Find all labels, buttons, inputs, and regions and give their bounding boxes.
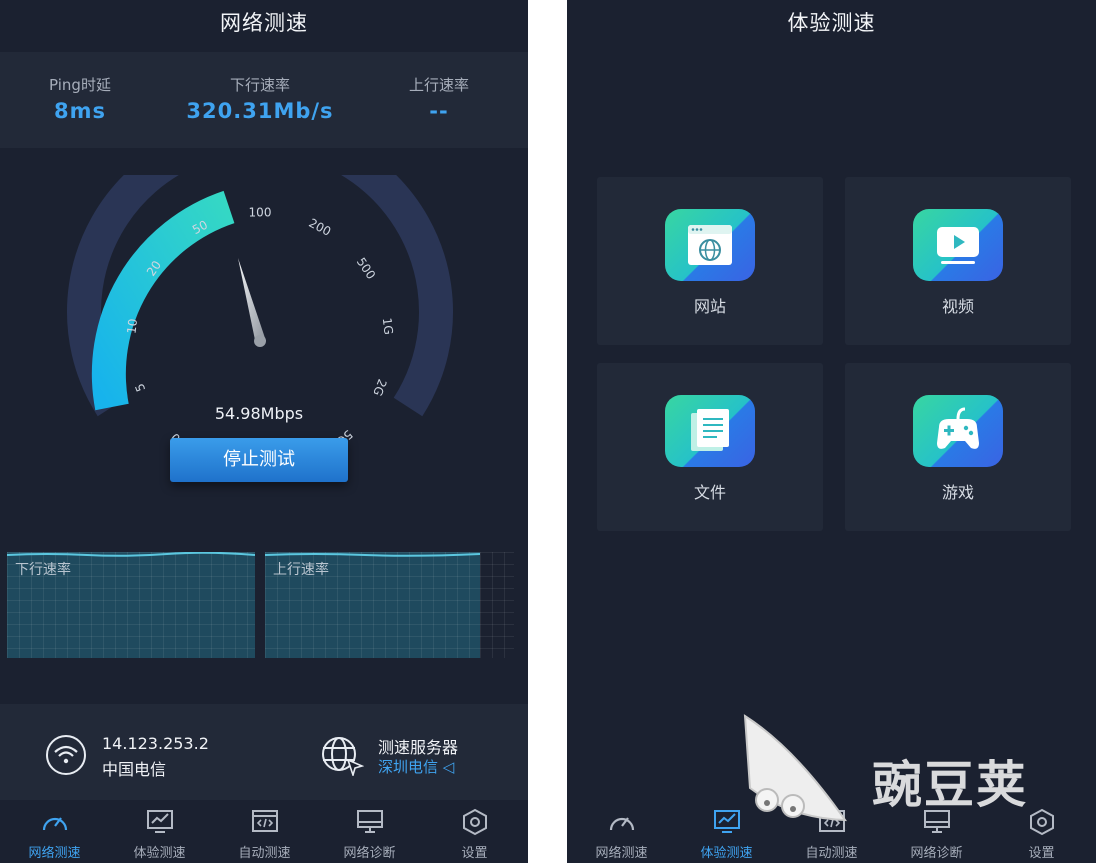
gauge-needle xyxy=(238,258,266,341)
gauge-tick-label: 10 xyxy=(124,318,140,335)
page-title: 体验测速 xyxy=(787,11,876,35)
website-card[interactable]: 网站 xyxy=(597,177,823,345)
website-icon xyxy=(688,225,732,265)
tab-label: 自动测速 xyxy=(238,846,291,861)
gamepad-icon xyxy=(937,407,979,449)
tab-label: 网络测速 xyxy=(595,846,648,861)
file-icon xyxy=(691,409,729,451)
upload-value: -- xyxy=(429,99,449,123)
upload-wave xyxy=(265,553,480,557)
stats-panel: Ping时延 8ms 下行速率 320.31Mb/s 上行速率 -- xyxy=(0,52,528,148)
video-label: 视频 xyxy=(941,297,974,316)
video-icon xyxy=(937,227,979,264)
gauge-tick-label: 1G xyxy=(380,317,396,335)
gauge-tick-label: 2G xyxy=(370,377,389,398)
gauge-progress xyxy=(91,190,235,411)
gauge-tick-label: 5 xyxy=(132,381,148,393)
stop-test-button[interactable]: 停止测试 xyxy=(170,438,348,482)
file-label: 文件 xyxy=(693,483,726,502)
globe-icon xyxy=(322,737,364,776)
download-graph: 下行速率 xyxy=(7,552,255,658)
game-label: 游戏 xyxy=(941,483,974,502)
website-label: 网站 xyxy=(693,297,726,316)
upload-graph: 上行速率 xyxy=(265,552,480,658)
wifi-icon xyxy=(46,735,86,775)
ping-value: 8ms xyxy=(54,99,106,123)
download-wave xyxy=(7,552,255,557)
game-app-icon xyxy=(913,395,1003,467)
gauge-needle-base xyxy=(254,335,266,347)
graph-empty-grid xyxy=(480,552,514,658)
watermark-text: 豌豆荚 xyxy=(872,756,1028,814)
download-stat: 下行速率 320.31Mb/s xyxy=(175,74,345,123)
game-card[interactable]: 游戏 xyxy=(845,363,1071,531)
file-app-icon xyxy=(665,395,755,467)
tab-label: 体验测速 xyxy=(133,846,186,861)
tab-auto-test[interactable]: 自动测速 xyxy=(212,800,317,863)
network-info-bar: 14.123.253.2 中国电信 测速服务器 深圳电信 ◁ xyxy=(0,704,528,800)
server-select[interactable]: 深圳电信 ◁ xyxy=(378,756,454,777)
upload-graph-label: 上行速率 xyxy=(273,562,329,578)
download-label: 下行速率 xyxy=(229,76,290,94)
tab-experience-test[interactable]: 体验测速 xyxy=(107,800,212,863)
upload-label: 上行速率 xyxy=(408,76,469,94)
file-card[interactable]: 文件 xyxy=(597,363,823,531)
gauge-tick-label: 500 xyxy=(354,255,378,282)
download-graph-label: 下行速率 xyxy=(15,562,71,578)
upload-stat: 上行速率 -- xyxy=(354,74,524,123)
tab-network-test[interactable]: 网络测速 xyxy=(569,800,674,863)
gauge-tick-label: 200 xyxy=(307,216,334,239)
tab-network-test[interactable]: 网络测速 xyxy=(2,800,107,863)
server-label: 测速服务器 xyxy=(378,738,459,757)
video-card[interactable]: 视频 xyxy=(845,177,1071,345)
ping-stat: Ping时延 8ms xyxy=(0,74,165,123)
ip-address: 14.123.253.2 xyxy=(102,734,209,753)
speed-test-screen: 网络测速 Ping时延 8ms 下行速率 320.31Mb/s 上行速率 -- xyxy=(0,0,528,863)
tab-label: 自动测速 xyxy=(805,846,858,861)
isp-name: 中国电信 xyxy=(102,760,167,779)
tab-settings[interactable]: 设置 xyxy=(422,800,527,863)
gauge-tick-label: 100 xyxy=(249,206,272,220)
video-app-icon xyxy=(913,209,1003,281)
tab-label: 体验测速 xyxy=(700,846,753,861)
page-title: 网络测速 xyxy=(220,11,308,35)
bottom-tab-bar: 网络测速 体验测速 自动测速 网络诊断 设置 xyxy=(0,800,528,863)
ping-label: Ping时延 xyxy=(49,76,111,94)
tab-label: 网络诊断 xyxy=(343,846,396,861)
tab-label: 网络测速 xyxy=(28,846,81,861)
tab-label: 网络诊断 xyxy=(910,846,963,861)
tab-network-diagnosis[interactable]: 网络诊断 xyxy=(317,800,422,863)
website-app-icon xyxy=(665,209,755,281)
speed-readout: 54.98Mbps xyxy=(214,404,304,423)
tab-label: 设置 xyxy=(461,846,488,861)
tab-label: 设置 xyxy=(1028,846,1055,861)
download-value: 320.31Mb/s xyxy=(186,99,334,123)
